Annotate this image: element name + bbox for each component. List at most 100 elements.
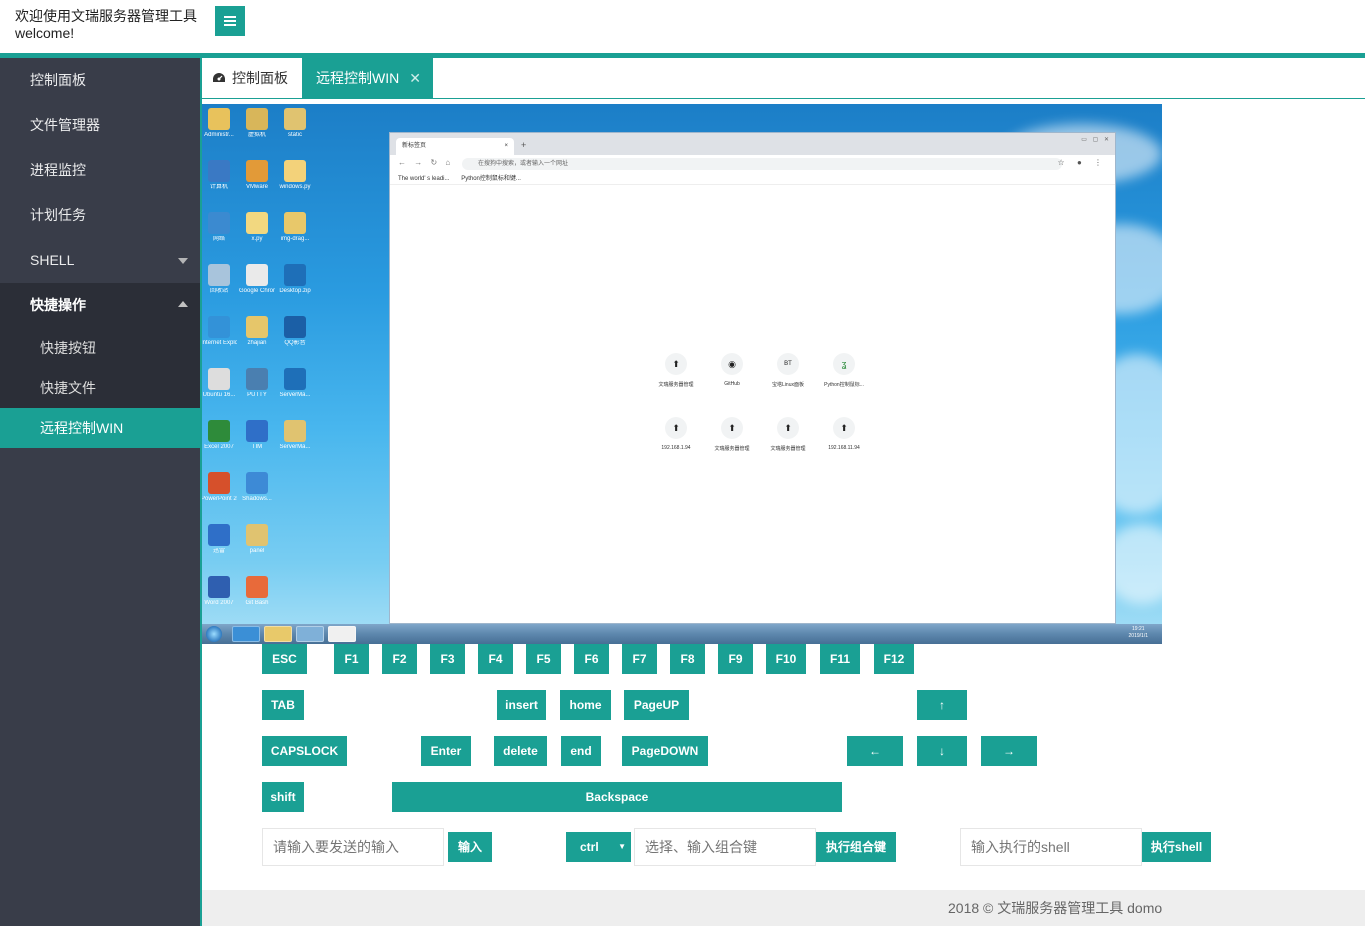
close-icon[interactable]: × bbox=[504, 138, 508, 155]
desktop-shortcut-icon[interactable]: PUTTY bbox=[239, 368, 275, 399]
key-f3-button[interactable]: F3 bbox=[430, 644, 465, 674]
desktop-shortcut-icon[interactable]: Internet Explorer bbox=[202, 316, 237, 347]
key-capslock-button[interactable]: CAPSLOCK bbox=[262, 736, 347, 766]
desktop-shortcut-icon[interactable]: Excel 2007 bbox=[202, 420, 237, 451]
desktop-shortcut-icon[interactable]: 计算机 bbox=[202, 160, 237, 191]
desktop-shortcut-icon[interactable]: windows.py bbox=[277, 160, 313, 191]
key-pageup-button[interactable]: PageUP bbox=[624, 690, 689, 720]
desktop-shortcut-icon[interactable]: Word 2007 bbox=[202, 576, 237, 607]
shortcut-tile[interactable]: ʓ Python控制鼠标... bbox=[816, 353, 872, 388]
shortcut-tile[interactable]: ⬆ 文瑞服务器管理 bbox=[760, 417, 816, 452]
windows-start-icon[interactable] bbox=[206, 626, 222, 642]
remote-desktop-screen[interactable]: Administr... 虚拟机 static 计算机 VMware windows.py… bbox=[202, 104, 1162, 644]
sidebar-item-process-monitor[interactable]: 进程监控 bbox=[0, 148, 200, 193]
key-f4-button[interactable]: F4 bbox=[478, 644, 513, 674]
desktop-shortcut-icon[interactable]: Ubuntu 16... bbox=[202, 368, 237, 399]
key-f2-button[interactable]: F2 bbox=[382, 644, 417, 674]
shortcut-tile[interactable]: BT 宝塔Linux面板 bbox=[760, 353, 816, 388]
key-tab-button[interactable]: TAB bbox=[262, 690, 304, 720]
key-f11-button[interactable]: F11 bbox=[820, 644, 860, 674]
key-f6-button[interactable]: F6 bbox=[574, 644, 609, 674]
combo-key-input[interactable] bbox=[634, 828, 816, 866]
desktop-shortcut-icon[interactable]: ServerMa... bbox=[277, 368, 313, 399]
send-text-button[interactable]: 输入 bbox=[448, 832, 492, 862]
window-controls-icon[interactable]: ▭ ▢ ✕ bbox=[1081, 136, 1111, 143]
desktop-shortcut-icon[interactable]: Administr... bbox=[202, 108, 237, 139]
desktop-shortcut-icon[interactable]: QQ影音 bbox=[277, 316, 313, 347]
key-f9-button[interactable]: F9 bbox=[718, 644, 753, 674]
desktop-shortcut-icon[interactable]: PowerPoint 2007 bbox=[202, 472, 237, 503]
key-f12-button[interactable]: F12 bbox=[874, 644, 914, 674]
sidebar-subitem-quick-files[interactable]: 快捷文件 bbox=[0, 368, 200, 408]
desktop-shortcut-icon[interactable]: x.py bbox=[239, 212, 275, 243]
browser-nav-icons[interactable]: ← → ↻ ⌂ bbox=[398, 158, 453, 167]
key-right-arrow-button[interactable]: → bbox=[981, 736, 1037, 766]
execute-shell-button[interactable]: 执行shell bbox=[1142, 832, 1211, 862]
key-enter-button[interactable]: Enter bbox=[421, 736, 471, 766]
desktop-shortcut-icon[interactable]: Git Bash bbox=[239, 576, 275, 607]
sidebar-item-shell[interactable]: SHELL bbox=[0, 238, 200, 283]
sidebar-item-file-manager[interactable]: 文件管理器 bbox=[0, 103, 200, 148]
desktop-shortcut-icon[interactable]: 虚拟机 bbox=[239, 108, 275, 139]
desktop-shortcut-icon[interactable]: Google Chrome bbox=[239, 264, 275, 295]
menu-toggle-button[interactable] bbox=[215, 6, 245, 36]
sidebar-item-scheduled-tasks[interactable]: 计划任务 bbox=[0, 193, 200, 238]
sidebar-item-quick-actions[interactable]: 快捷操作 bbox=[0, 283, 200, 328]
tab-remote-win[interactable]: 远程控制WIN ✕ bbox=[302, 58, 433, 98]
key-home-button[interactable]: home bbox=[560, 690, 611, 720]
key-pagedown-button[interactable]: PageDOWN bbox=[622, 736, 708, 766]
key-f8-button[interactable]: F8 bbox=[670, 644, 705, 674]
desktop-shortcut-icon[interactable]: static bbox=[277, 108, 313, 139]
address-bar[interactable]: 在搜狗中搜索，或者输入一个网址 bbox=[462, 158, 1062, 170]
bookmark-item[interactable]: Python控制鼠标和键... bbox=[461, 176, 521, 182]
desktop-shortcut-icon[interactable]: TIM bbox=[239, 420, 275, 451]
modifier-select[interactable]: ctrl ▼ bbox=[566, 832, 631, 862]
key-delete-button[interactable]: delete bbox=[494, 736, 547, 766]
key-up-arrow-button[interactable]: ↑ bbox=[917, 690, 967, 720]
bookmark-item[interactable]: The world' s leadi... bbox=[398, 176, 450, 182]
remote-taskbar-icon[interactable] bbox=[296, 626, 324, 642]
execute-combo-button[interactable]: 执行组合键 bbox=[816, 832, 896, 862]
desktop-shortcut-icon[interactable]: panel bbox=[239, 524, 275, 555]
sidebar-item-dashboard[interactable]: 控制面板 bbox=[0, 58, 200, 103]
key-f1-button[interactable]: F1 bbox=[334, 644, 369, 674]
desktop-shortcut-icon[interactable]: VMware bbox=[239, 160, 275, 191]
shortcut-tile[interactable]: ⬆ 192.168.11.94 bbox=[816, 417, 872, 451]
browser-menu-icons[interactable]: ☆ ● ⋮ bbox=[1058, 158, 1107, 167]
browser-tab[interactable]: 新标签页 × bbox=[396, 138, 514, 155]
browser-window[interactable]: 新标签页 × + ▭ ▢ ✕ ← → ↻ ⌂ 在搜狗中搜索，或者输入一个网址 ☆ … bbox=[389, 132, 1116, 624]
text-send-input[interactable] bbox=[262, 828, 444, 866]
key-f5-button[interactable]: F5 bbox=[526, 644, 561, 674]
key-backspace-button[interactable]: Backspace bbox=[392, 782, 842, 812]
desktop-shortcut-icon[interactable]: 迅雷 bbox=[202, 524, 237, 555]
key-f7-button[interactable]: F7 bbox=[622, 644, 657, 674]
sidebar-subitem-remote-win[interactable]: 远程控制WIN bbox=[0, 408, 200, 448]
chrome-taskbar-icon[interactable] bbox=[328, 626, 356, 642]
ie-taskbar-icon[interactable] bbox=[232, 626, 260, 642]
key-esc-button[interactable]: ESC bbox=[262, 644, 307, 674]
sidebar-subitem-quick-buttons[interactable]: 快捷按钮 bbox=[0, 328, 200, 368]
shortcut-tile[interactable]: ⬆ 文瑞服务器管理 bbox=[704, 417, 760, 452]
desktop-shortcut-icon[interactable]: zhajian bbox=[239, 316, 275, 347]
desktop-shortcut-icon[interactable]: 回收站 bbox=[202, 264, 237, 295]
shortcut-tile[interactable]: ⬆ 文瑞服务器管理 bbox=[648, 353, 704, 388]
tab-dashboard[interactable]: 控制面板 bbox=[202, 58, 302, 98]
folder-taskbar-icon[interactable] bbox=[264, 626, 292, 642]
desktop-shortcut-icon[interactable]: img-drag... bbox=[277, 212, 313, 243]
key-shift-button[interactable]: shift bbox=[262, 782, 304, 812]
shell-command-input[interactable] bbox=[960, 828, 1142, 866]
key-left-arrow-button[interactable]: ← bbox=[847, 736, 903, 766]
taskbar-clock[interactable]: 19:21 2019/1/1 bbox=[1129, 626, 1148, 640]
desktop-shortcut-icon[interactable]: 网络 bbox=[202, 212, 237, 243]
key-down-arrow-button[interactable]: ↓ bbox=[917, 736, 967, 766]
desktop-shortcut-icon[interactable]: ServerMa... bbox=[277, 420, 313, 451]
close-icon[interactable]: ✕ bbox=[409, 58, 421, 98]
key-f10-button[interactable]: F10 bbox=[766, 644, 806, 674]
new-tab-icon[interactable]: + bbox=[521, 140, 526, 150]
shortcut-tile[interactable]: ◉ GitHub bbox=[704, 353, 760, 387]
key-insert-button[interactable]: insert bbox=[497, 690, 546, 720]
desktop-shortcut-icon[interactable]: Desktop.zip bbox=[277, 264, 313, 295]
key-end-button[interactable]: end bbox=[561, 736, 601, 766]
desktop-shortcut-icon[interactable]: Shadows... bbox=[239, 472, 275, 503]
shortcut-tile[interactable]: ⬆ 192.168.1.94 bbox=[648, 417, 704, 451]
